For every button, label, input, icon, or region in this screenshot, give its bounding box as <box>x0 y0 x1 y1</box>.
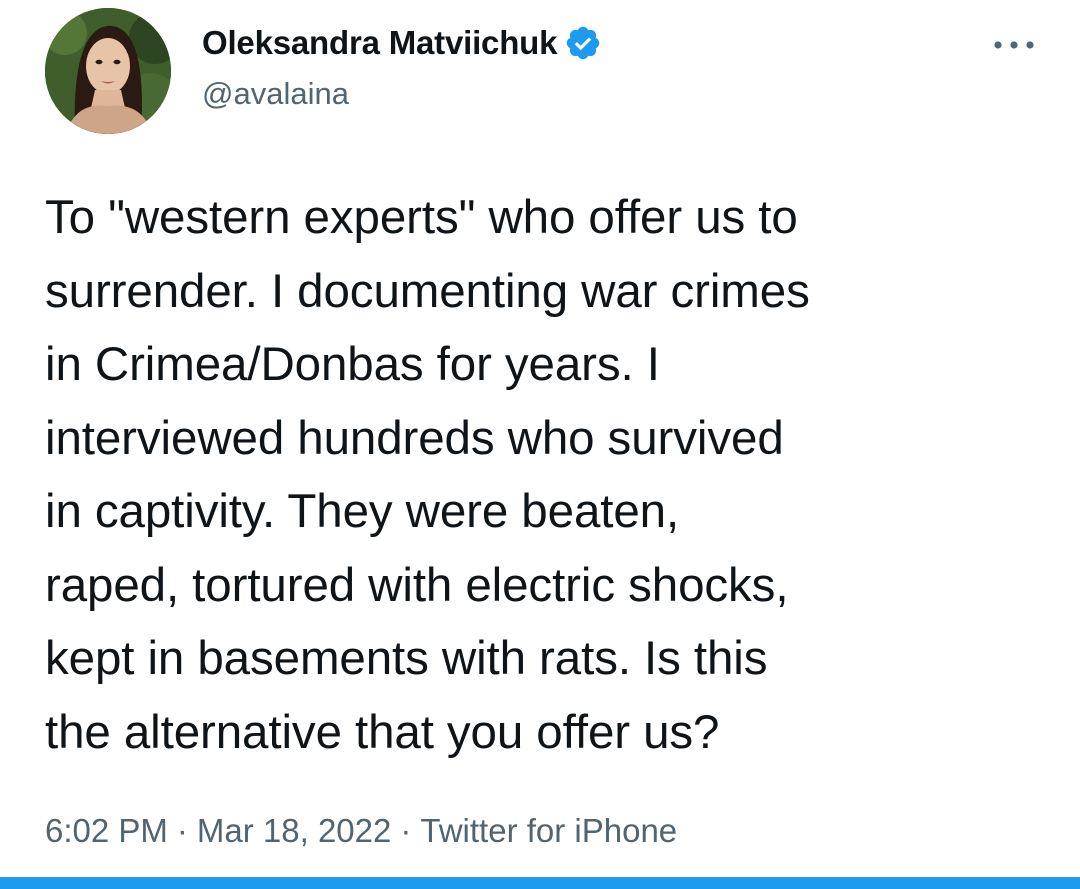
verified-badge-icon <box>564 24 602 62</box>
tweet-time[interactable]: 6:02 PM <box>45 812 168 849</box>
tweet-date[interactable]: Mar 18, 2022 <box>197 812 391 849</box>
tweet-metadata: 6:02 PM · Mar 18, 2022 · Twitter for iPhone <box>45 812 677 850</box>
author-display-name[interactable]: Oleksandra Matviichuk <box>202 24 602 62</box>
avatar[interactable] <box>45 8 171 134</box>
more-options-button[interactable] <box>992 38 1036 52</box>
profile-photo-icon <box>45 8 171 134</box>
accent-bar <box>0 877 1080 889</box>
tweet-source[interactable]: Twitter for iPhone <box>420 812 677 849</box>
meta-separator: · <box>400 812 412 849</box>
tweet-text: To "western experts" who offer us to sur… <box>45 191 810 759</box>
more-horizontal-icon <box>994 41 1034 49</box>
tweet-card: Oleksandra Matviichuk @avalaina To "west… <box>0 0 1080 889</box>
display-name-text[interactable]: Oleksandra Matviichuk <box>202 24 557 62</box>
meta-separator: · <box>176 812 188 849</box>
author-handle[interactable]: @avalaina <box>202 76 349 112</box>
